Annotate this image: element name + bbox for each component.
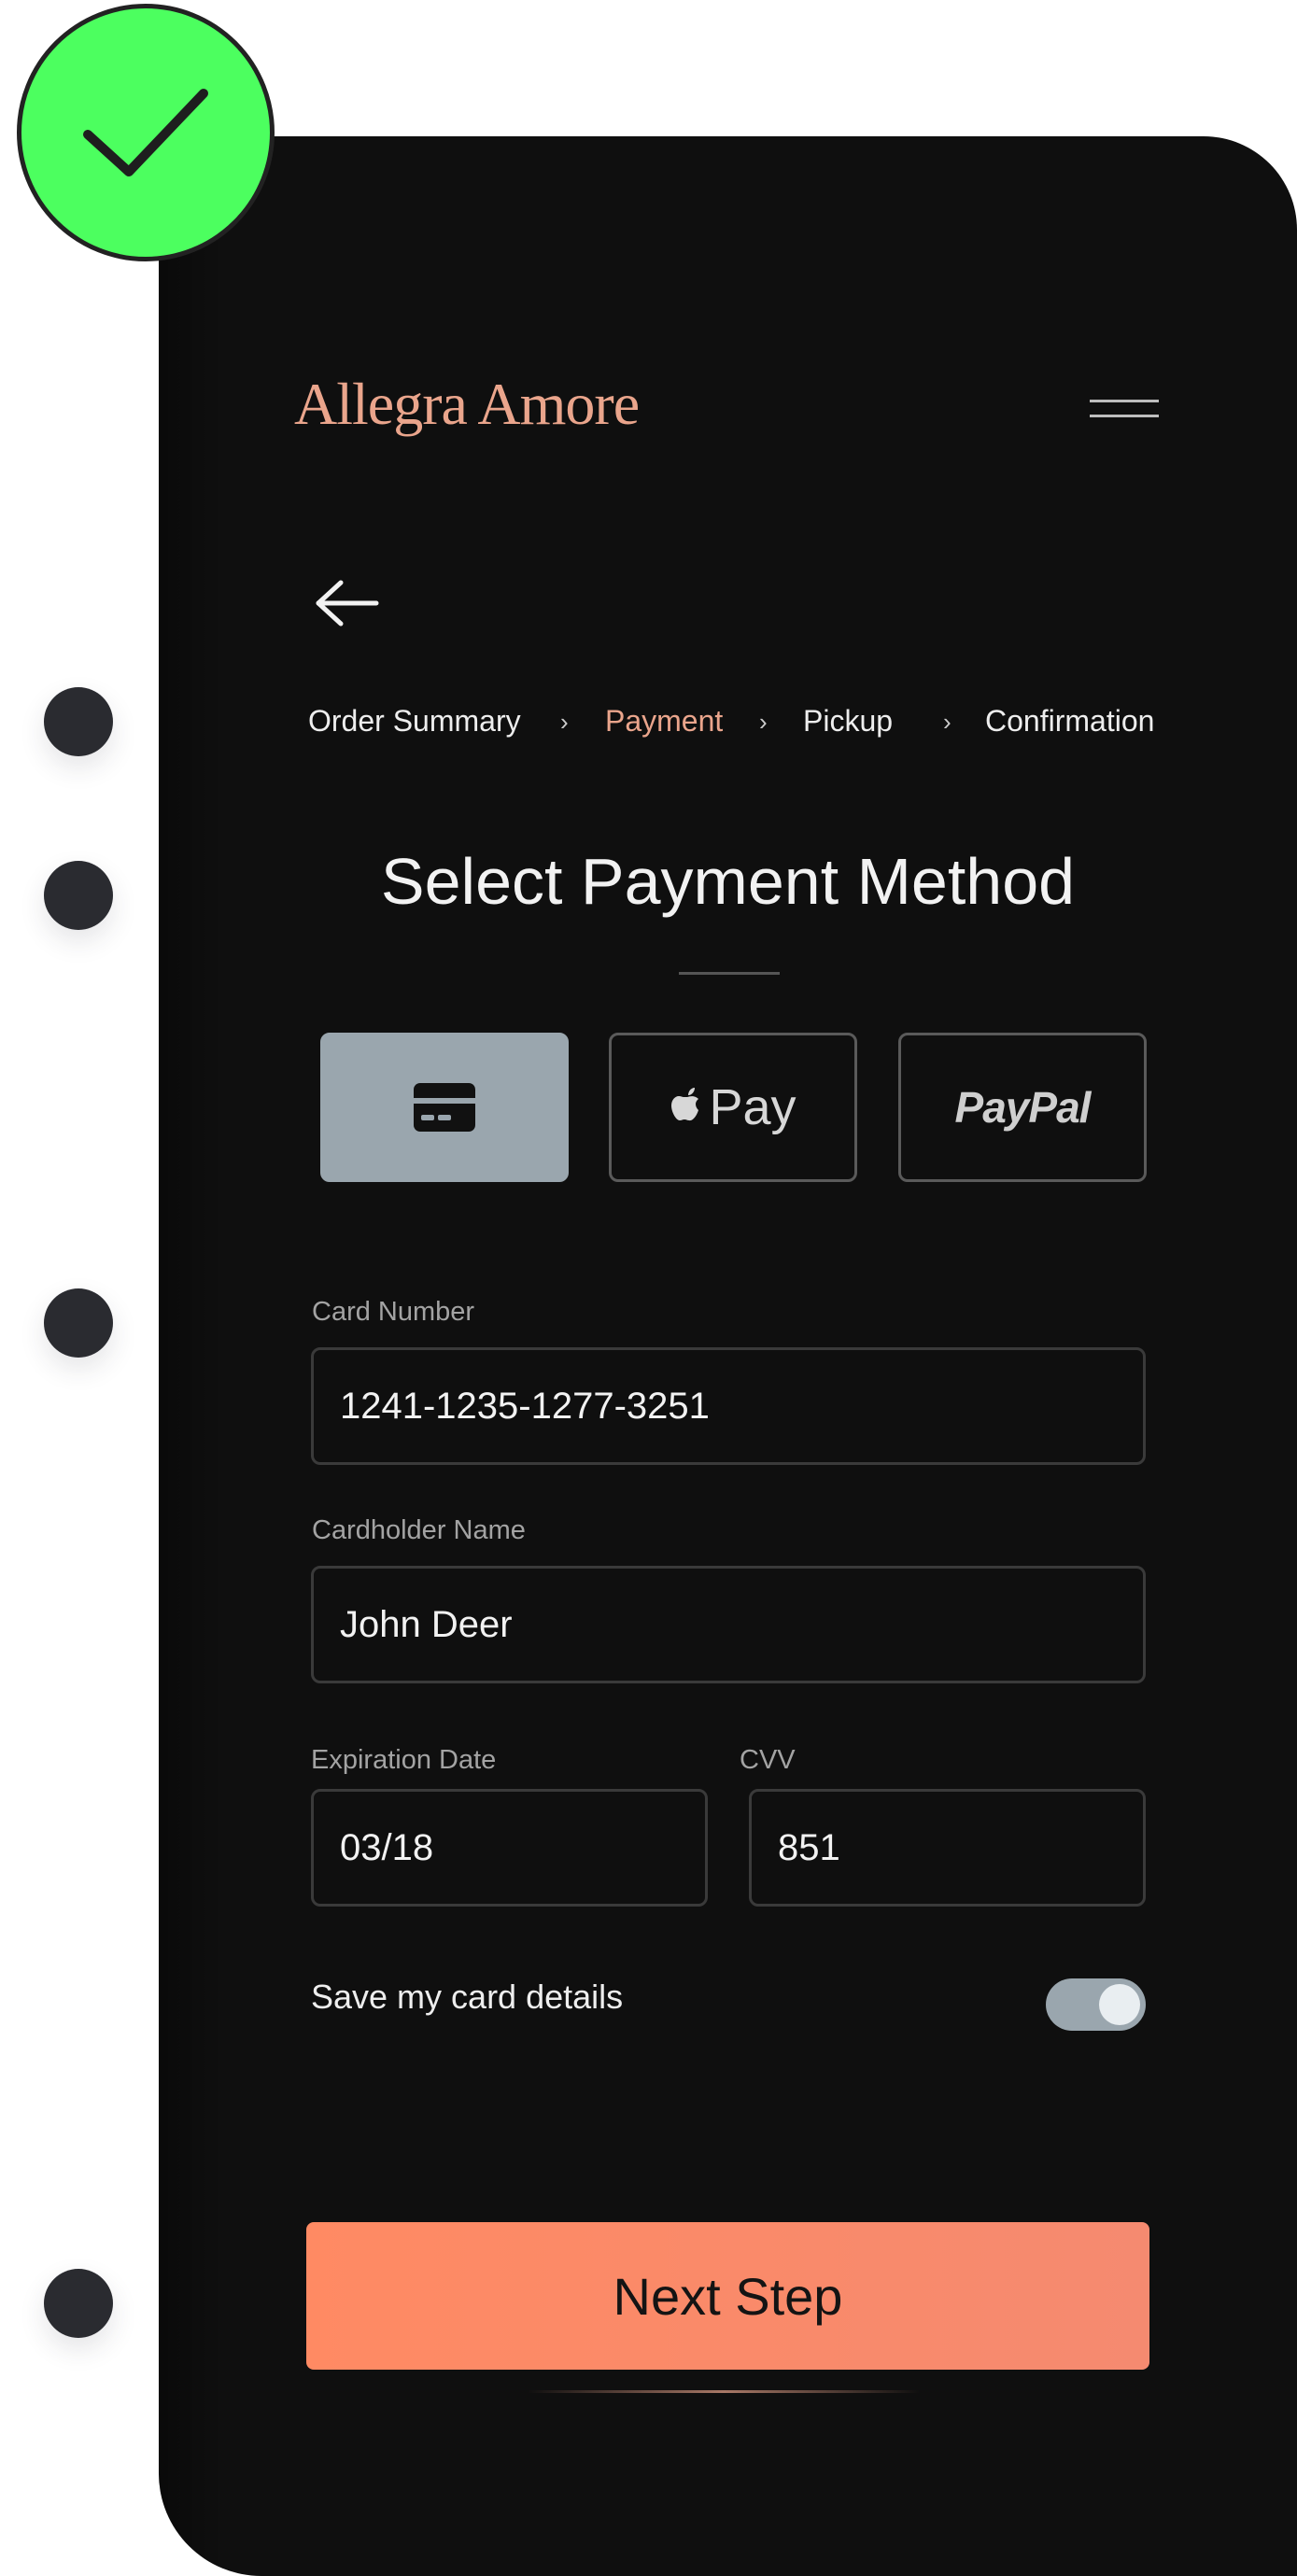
annotation-dot [44, 2269, 113, 2338]
apple-pay-label: Pay [709, 1079, 797, 1135]
toggle-knob [1099, 1984, 1140, 2025]
annotation-dot [44, 1288, 113, 1358]
next-step-button[interactable]: Next Step [306, 2222, 1149, 2370]
arrow-left-icon[interactable] [313, 575, 380, 631]
credit-card-icon [414, 1083, 475, 1132]
chevron-right-icon: › [759, 708, 768, 736]
expiration-date-input[interactable]: 03/18 [311, 1789, 708, 1907]
save-card-label: Save my card details [311, 1978, 624, 2016]
annotation-dot [44, 687, 113, 756]
save-card-toggle[interactable] [1046, 1978, 1146, 2031]
paypal-option[interactable]: PayPal [898, 1033, 1147, 1182]
expiration-date-label: Expiration Date [311, 1745, 497, 1775]
cvv-label: CVV [740, 1745, 796, 1775]
cvv-input[interactable]: 851 [749, 1789, 1146, 1907]
step-payment[interactable]: Payment [605, 704, 723, 739]
breadcrumb: Order Summary › Payment › Pickup › Confi… [308, 704, 1154, 745]
phone-screen: Allegra Amore Order Summary › Payment › … [159, 136, 1297, 2576]
brand-logo: Allegra Amore [294, 371, 640, 437]
cardholder-name-label: Cardholder Name [312, 1515, 526, 1545]
chevron-right-icon: › [560, 708, 569, 736]
card-payment-option[interactable] [320, 1033, 569, 1182]
step-order-summary[interactable]: Order Summary [308, 704, 521, 739]
step-confirmation[interactable]: Confirmation [985, 704, 1154, 739]
page-title: Select Payment Method [380, 845, 1076, 918]
button-underglow [528, 2390, 920, 2393]
success-badge [17, 4, 275, 261]
annotation-dot [44, 861, 113, 930]
chevron-right-icon: › [943, 708, 952, 736]
cardholder-name-input[interactable]: John Deer [311, 1566, 1146, 1683]
title-divider [679, 972, 780, 975]
hamburger-icon[interactable] [1090, 392, 1159, 424]
card-number-label: Card Number [312, 1297, 475, 1327]
step-pickup[interactable]: Pickup [803, 704, 893, 739]
checkmark-icon [83, 89, 208, 176]
apple-icon [671, 1088, 699, 1121]
card-number-input[interactable]: 1241-1235-1277-3251 [311, 1347, 1146, 1465]
paypal-label: PayPal [954, 1083, 1092, 1132]
apple-pay-option[interactable]: Pay [609, 1033, 857, 1182]
